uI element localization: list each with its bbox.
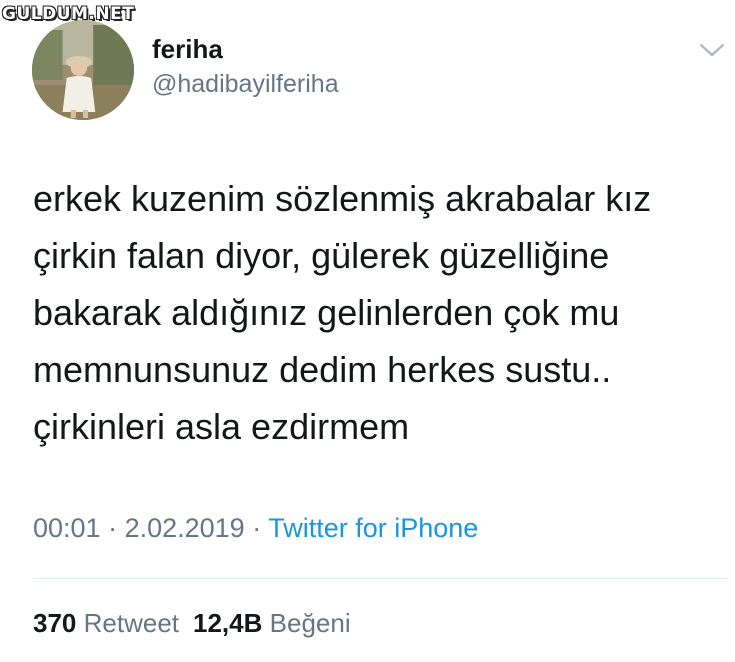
tweet-meta: 00:01 · 2.02.2019 · Twitter for iPhone <box>33 513 478 544</box>
author-handle[interactable]: @hadibayilferiha <box>152 70 339 99</box>
retweet-count: 370 <box>33 608 77 638</box>
tweet-source-link[interactable]: Twitter for iPhone <box>268 513 478 543</box>
avatar-photo <box>32 20 134 120</box>
retweet-stat[interactable]: 370 Retweet <box>33 608 179 638</box>
tweet-date[interactable]: 2.02.2019 <box>125 513 245 543</box>
like-count: 12,4B <box>193 608 263 638</box>
meta-separator: · <box>100 513 125 543</box>
tweet-line: memnunsunuz dedim herkes sustu.. <box>33 349 612 390</box>
tweet-text: erkek kuzenim sözlenmiş akrabalar kız çi… <box>33 170 723 455</box>
tweet-line: çirkinleri asla ezdirmem <box>33 406 410 447</box>
chevron-down-icon[interactable] <box>698 40 726 60</box>
tweet-line: bakarak aldığınız gelinlerden çok mu <box>33 292 620 333</box>
tweet-line: çirkin falan diyor, gülerek güzelliğine <box>33 235 610 276</box>
like-stat[interactable]: 12,4B Beğeni <box>193 608 351 638</box>
tweet-time[interactable]: 00:01 <box>33 513 101 543</box>
retweet-label: Retweet <box>83 608 180 638</box>
author-name[interactable]: feriha <box>152 34 223 65</box>
engagement-stats: 370 Retweet 12,4B Beğeni <box>33 608 351 639</box>
avatar[interactable] <box>32 20 134 120</box>
meta-separator: · <box>244 513 269 543</box>
divider <box>33 578 727 579</box>
like-label: Beğeni <box>269 608 351 638</box>
tweet-line: erkek kuzenim sözlenmiş akrabalar kız <box>33 178 652 219</box>
